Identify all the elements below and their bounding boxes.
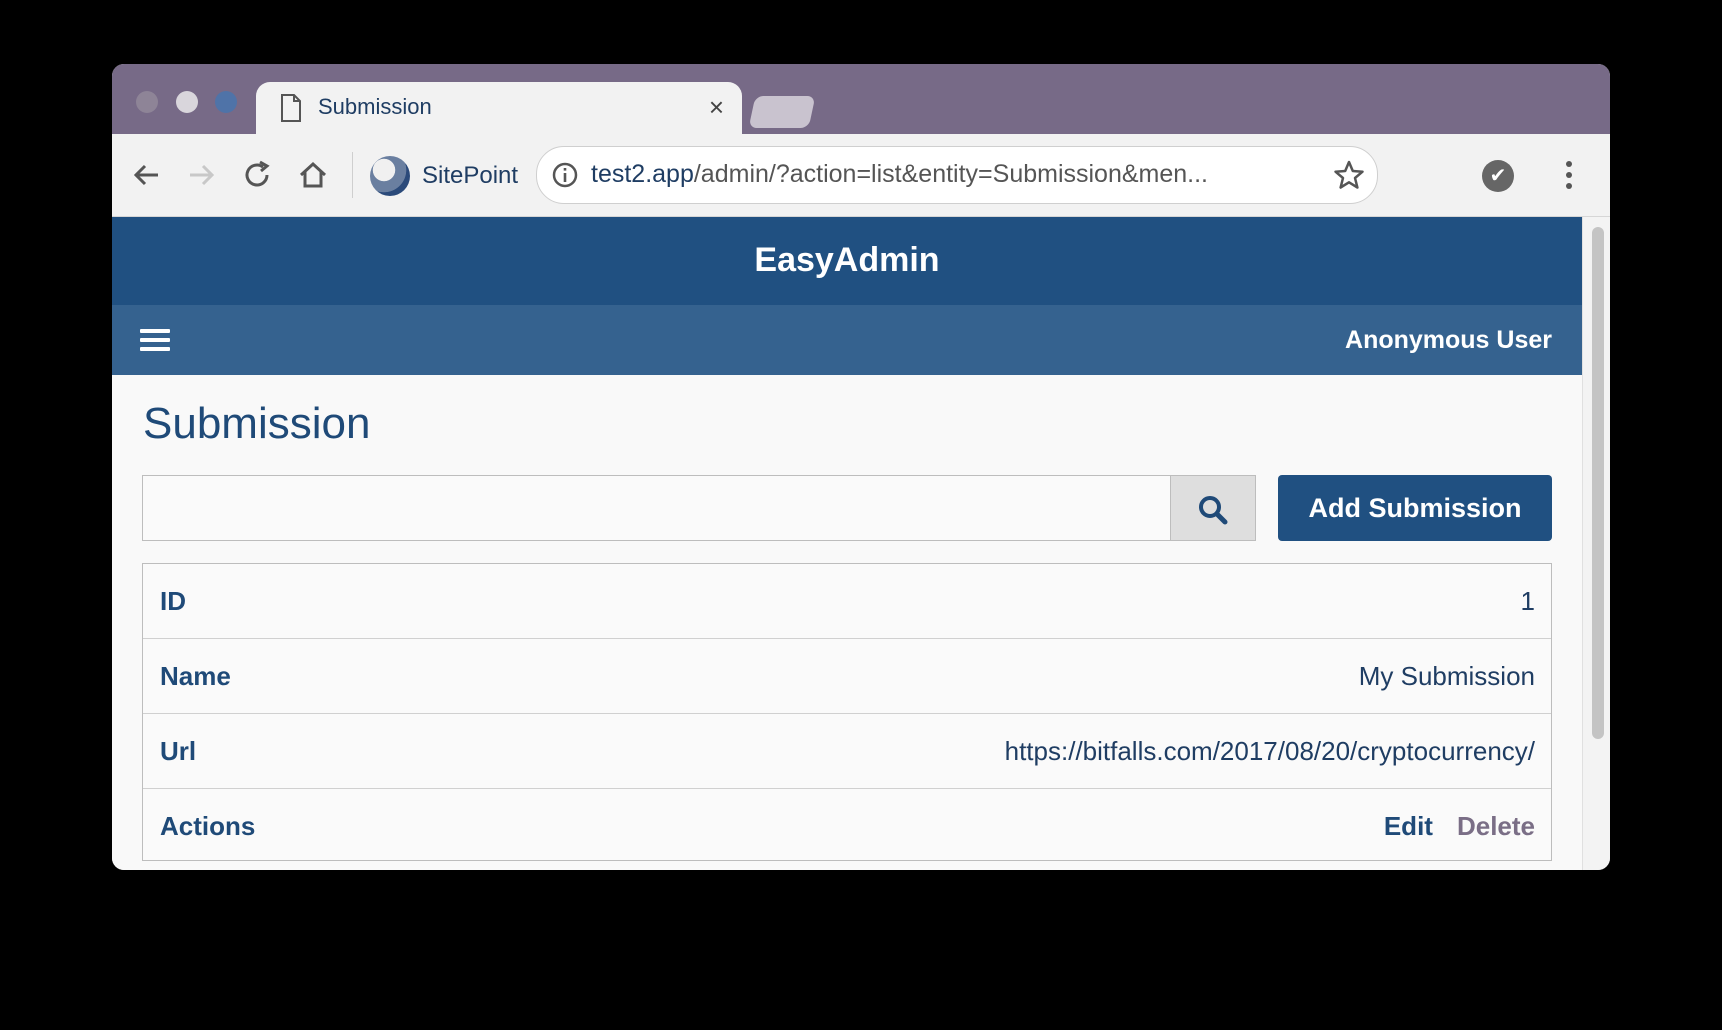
- table-row: Name My Submission: [143, 639, 1551, 714]
- url-host: test2.app: [591, 160, 694, 188]
- bookmark-label: SitePoint: [422, 162, 519, 189]
- field-label: Name: [160, 661, 231, 691]
- bookmark-sitepoint[interactable]: SitePoint: [370, 156, 518, 196]
- vertical-scrollbar[interactable]: [1582, 217, 1610, 870]
- extension-check-icon[interactable]: ✔: [1482, 160, 1514, 192]
- search-form: [142, 475, 1256, 541]
- actions-label: Actions: [160, 811, 256, 841]
- window-maximize-button[interactable]: [215, 91, 237, 113]
- tab-strip: Submission ×: [112, 64, 1610, 134]
- hamburger-menu-icon[interactable]: [140, 329, 170, 351]
- field-value[interactable]: https://bitfalls.com/2017/08/20/cryptocu…: [1005, 736, 1535, 767]
- info-icon[interactable]: [551, 161, 579, 189]
- forward-arrow-icon[interactable]: [184, 158, 218, 192]
- tab-submission[interactable]: Submission ×: [256, 82, 742, 134]
- window-minimize-button[interactable]: [176, 91, 198, 113]
- home-icon[interactable]: [296, 158, 330, 192]
- reload-icon[interactable]: [240, 158, 274, 192]
- edit-link[interactable]: Edit: [1384, 811, 1433, 841]
- browser-toolbar: SitePoint test2.app/admin/?action=list&e…: [112, 134, 1610, 217]
- address-bar[interactable]: test2.app/admin/?action=list&entity=Subm…: [536, 146, 1378, 204]
- window-close-button[interactable]: [136, 91, 158, 113]
- field-value: 1: [1520, 586, 1535, 616]
- field-label: Url: [160, 736, 197, 766]
- search-input[interactable]: [143, 476, 1171, 540]
- document-icon: [281, 94, 301, 122]
- table-row: Actions Edit Delete: [143, 789, 1551, 863]
- tab-title: Submission: [318, 94, 432, 119]
- more-menu-icon[interactable]: [1564, 158, 1574, 192]
- record-table: ID 1 Name My Submission Url https://bitf…: [142, 563, 1552, 861]
- delete-link[interactable]: Delete: [1457, 811, 1535, 841]
- page-viewport: EasyAdmin Anonymous User Submission Add …: [112, 217, 1582, 870]
- sitepoint-logo-icon: [370, 156, 410, 196]
- browser-window: Submission × SitePoint test2.app/admin/?…: [112, 64, 1610, 870]
- user-bar: Anonymous User: [112, 305, 1582, 375]
- table-row: Url https://bitfalls.com/2017/08/20/cryp…: [143, 714, 1551, 789]
- table-row: ID 1: [143, 564, 1551, 639]
- search-icon: [1199, 496, 1228, 525]
- bookmark-star-icon[interactable]: [1333, 159, 1365, 191]
- field-value: My Submission: [1358, 661, 1535, 691]
- page-title: Submission: [143, 399, 371, 448]
- url-text: test2.app/admin/?action=list&entity=Subm…: [591, 160, 1208, 189]
- scrollbar-thumb[interactable]: [1592, 227, 1604, 739]
- new-tab-button[interactable]: [748, 96, 816, 128]
- field-label: ID: [160, 586, 186, 616]
- user-name: Anonymous User: [1345, 326, 1552, 354]
- back-arrow-icon[interactable]: [130, 158, 164, 192]
- search-button[interactable]: [1170, 476, 1255, 540]
- tab-close-icon[interactable]: ×: [709, 92, 724, 123]
- toolbar-divider: [352, 152, 353, 198]
- add-submission-button[interactable]: Add Submission: [1278, 475, 1552, 541]
- row-actions: Edit Delete: [1384, 811, 1535, 842]
- brand-header: EasyAdmin: [112, 217, 1582, 305]
- url-path: /admin/?action=list&entity=Submission&me…: [693, 160, 1209, 188]
- app-brand[interactable]: EasyAdmin: [112, 241, 1582, 280]
